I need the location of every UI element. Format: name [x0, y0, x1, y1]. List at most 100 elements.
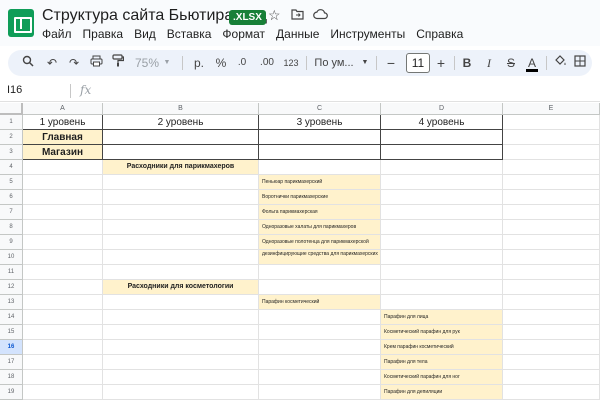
cell-A9[interactable]	[23, 235, 103, 250]
cell-C12[interactable]	[259, 280, 381, 295]
row-header[interactable]: 18	[0, 370, 23, 385]
cell-C18[interactable]	[259, 370, 381, 385]
cell-B15[interactable]	[103, 325, 259, 340]
currency-format-button[interactable]: р.	[192, 54, 206, 72]
cell-D16[interactable]: Крем парафин косметический	[381, 340, 503, 355]
increase-decimals-button[interactable]: .00	[257, 54, 277, 72]
cell-C13[interactable]: Парафин косметический	[259, 295, 381, 310]
menu-insert[interactable]: Вставка	[167, 27, 212, 41]
cell-D2[interactable]	[381, 130, 503, 145]
cell-B19[interactable]	[103, 385, 259, 400]
cell-D15[interactable]: Косметический парафин для рук	[381, 325, 503, 340]
menu-format[interactable]: Формат	[222, 27, 265, 41]
column-header-b[interactable]: B	[103, 103, 259, 115]
cell-D14[interactable]: Парафин для лица	[381, 310, 503, 325]
cell-A10[interactable]	[23, 250, 103, 265]
google-sheets-logo-icon[interactable]	[8, 9, 34, 37]
cell-E13[interactable]	[503, 295, 600, 310]
row-header[interactable]: 1	[0, 115, 23, 130]
cell-A11[interactable]	[23, 265, 103, 280]
menu-data[interactable]: Данные	[276, 27, 319, 41]
cell-D10[interactable]	[381, 250, 503, 265]
cell-E10[interactable]	[503, 250, 600, 265]
cell-D11[interactable]	[381, 265, 503, 280]
column-header-e[interactable]: E	[503, 103, 600, 115]
cell-A14[interactable]	[23, 310, 103, 325]
font-size-input[interactable]: 11	[406, 53, 430, 73]
cell-D1[interactable]: 4 уровень	[381, 115, 503, 130]
redo-icon[interactable]: ↷	[66, 54, 82, 72]
cell-D7[interactable]	[381, 205, 503, 220]
bold-button[interactable]: B	[460, 54, 474, 72]
cell-D9[interactable]	[381, 235, 503, 250]
cell-E9[interactable]	[503, 235, 600, 250]
cell-C8[interactable]: Одноразовые халаты для парикмахеров	[259, 220, 381, 235]
strikethrough-button[interactable]: S	[504, 54, 518, 72]
cell-E5[interactable]	[503, 175, 600, 190]
number-format-button[interactable]: 123	[282, 54, 300, 72]
menu-edit[interactable]: Правка	[83, 27, 124, 41]
percent-format-button[interactable]: %	[214, 54, 228, 72]
cell-B17[interactable]	[103, 355, 259, 370]
menu-file[interactable]: Файл	[42, 27, 72, 41]
cell-C14[interactable]	[259, 310, 381, 325]
cell-C15[interactable]	[259, 325, 381, 340]
cell-C4[interactable]	[259, 160, 381, 175]
cell-B13[interactable]	[103, 295, 259, 310]
cell-B12[interactable]: Расходники для косметологии	[103, 280, 259, 295]
row-header[interactable]: 13	[0, 295, 23, 310]
row-header[interactable]: 6	[0, 190, 23, 205]
cell-E15[interactable]	[503, 325, 600, 340]
cell-A13[interactable]	[23, 295, 103, 310]
cell-C5[interactable]: Пеньюар парикмахерский	[259, 175, 381, 190]
menu-tools[interactable]: Инструменты	[330, 27, 405, 41]
move-to-folder-icon[interactable]	[291, 7, 304, 23]
cell-C1[interactable]: 3 уровень	[259, 115, 381, 130]
cell-A7[interactable]	[23, 205, 103, 220]
decrease-decimals-button[interactable]: .0	[234, 54, 250, 72]
row-header[interactable]: 14	[0, 310, 23, 325]
italic-button[interactable]: I	[482, 54, 496, 72]
formula-input[interactable]	[100, 83, 580, 99]
select-all-corner[interactable]	[0, 103, 23, 115]
cell-B5[interactable]	[103, 175, 259, 190]
cell-C2[interactable]	[259, 130, 381, 145]
row-header[interactable]: 8	[0, 220, 23, 235]
cell-C6[interactable]: Воротнички парикмахерские	[259, 190, 381, 205]
cell-C16[interactable]	[259, 340, 381, 355]
cell-B6[interactable]	[103, 190, 259, 205]
cell-A3[interactable]: Магазин	[23, 145, 103, 160]
cell-E3[interactable]	[503, 145, 600, 160]
cell-E14[interactable]	[503, 310, 600, 325]
row-header[interactable]: 5	[0, 175, 23, 190]
cell-A16[interactable]	[23, 340, 103, 355]
cell-D12[interactable]	[381, 280, 503, 295]
row-header[interactable]: 15	[0, 325, 23, 340]
cell-B3[interactable]	[103, 145, 259, 160]
cell-E4[interactable]	[503, 160, 600, 175]
row-header[interactable]: 2	[0, 130, 23, 145]
zoom-select[interactable]: 75%	[134, 54, 160, 72]
cell-D13[interactable]	[381, 295, 503, 310]
cell-E6[interactable]	[503, 190, 600, 205]
cell-E1[interactable]	[503, 115, 600, 130]
cloud-status-icon[interactable]	[313, 7, 328, 23]
row-header[interactable]: 9	[0, 235, 23, 250]
cell-C10[interactable]: дезинфицирующие средства для парикмахерс…	[259, 250, 381, 265]
cell-A1[interactable]: 1 уровень	[23, 115, 103, 130]
cell-D19[interactable]: Парафин для депиляции	[381, 385, 503, 400]
cell-A18[interactable]	[23, 370, 103, 385]
cell-E11[interactable]	[503, 265, 600, 280]
cell-A17[interactable]	[23, 355, 103, 370]
cell-E16[interactable]	[503, 340, 600, 355]
row-header[interactable]: 12	[0, 280, 23, 295]
name-box[interactable]: I16	[7, 84, 22, 96]
cell-B8[interactable]	[103, 220, 259, 235]
cell-C17[interactable]	[259, 355, 381, 370]
paint-format-icon[interactable]	[110, 54, 126, 72]
borders-icon[interactable]	[572, 54, 588, 72]
cell-E17[interactable]	[503, 355, 600, 370]
cell-B11[interactable]	[103, 265, 259, 280]
print-icon[interactable]	[88, 54, 104, 72]
undo-icon[interactable]: ↶	[44, 54, 60, 72]
